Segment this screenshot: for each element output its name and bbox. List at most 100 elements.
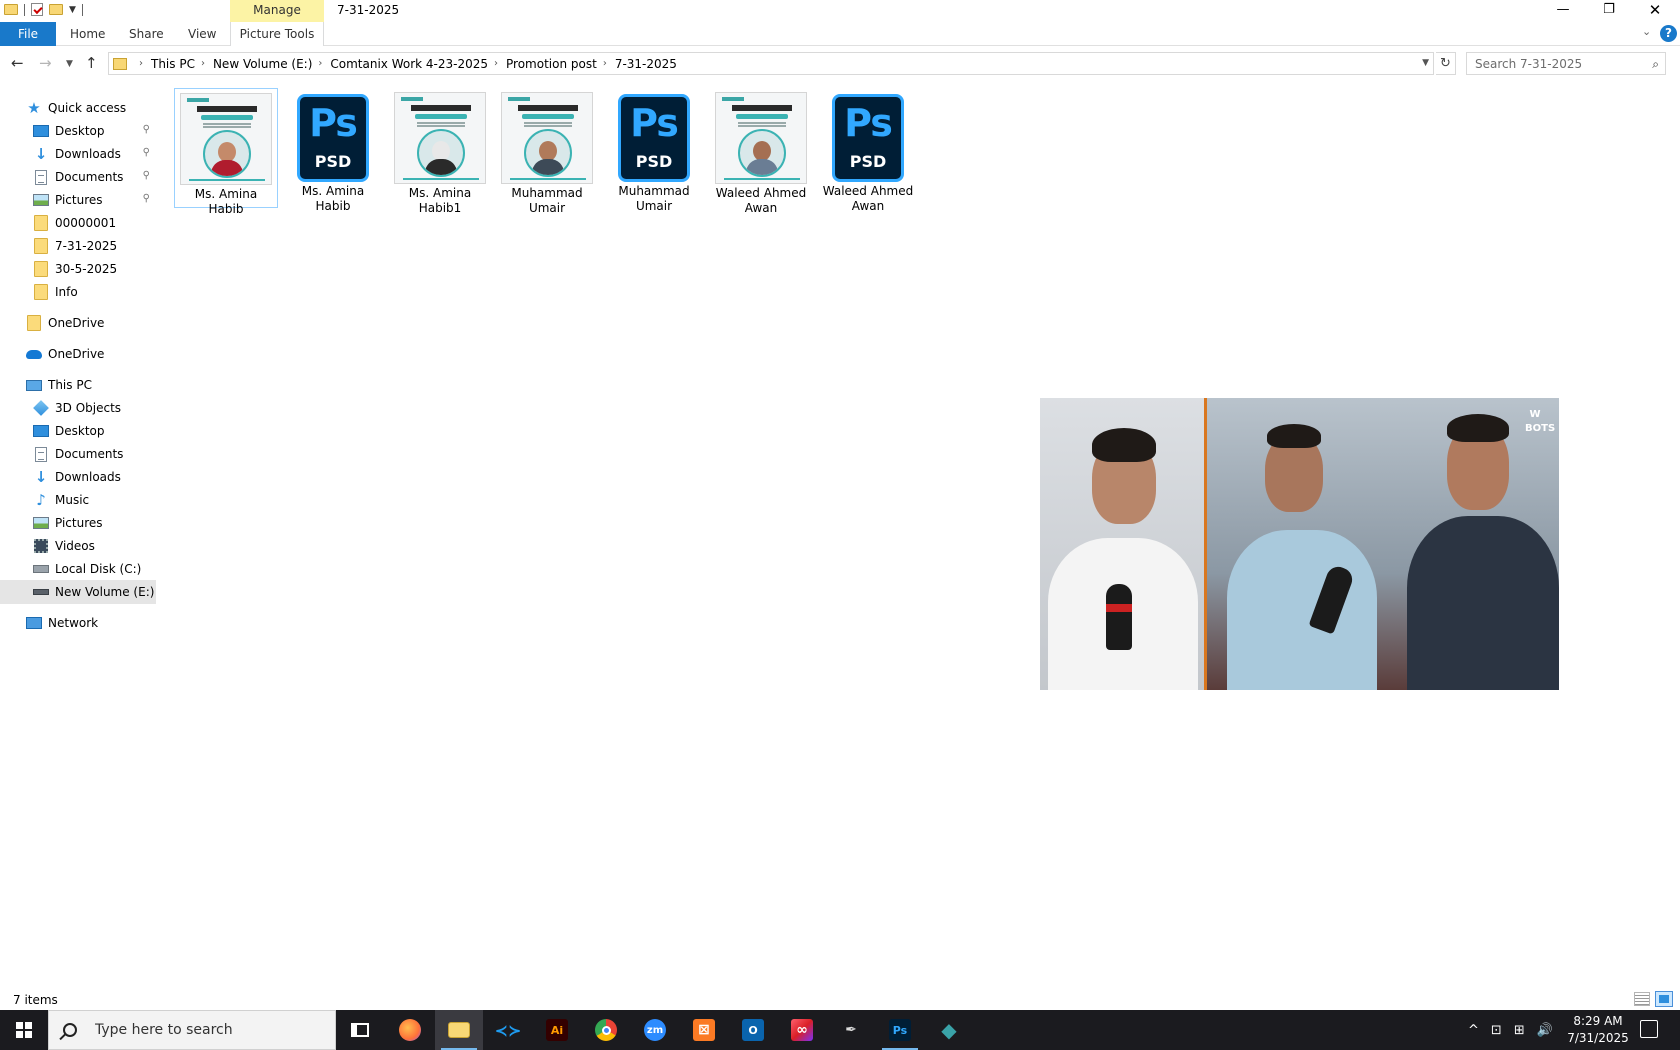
details-view-icon[interactable] xyxy=(1634,992,1650,1006)
taskbar-app-creative-cloud[interactable]: ∞ xyxy=(778,1010,826,1050)
breadcrumb-comtanix-work[interactable]: Comtanix Work 4-23-2025 xyxy=(330,57,488,71)
video-player-overlay[interactable]: W BOTS xyxy=(1040,398,1559,690)
taskbar-app-file-explorer[interactable] xyxy=(435,1010,483,1050)
nav-music[interactable]: ♪ Music xyxy=(0,488,156,512)
minimize-button[interactable]: — xyxy=(1540,0,1586,22)
chevron-right-icon[interactable]: › xyxy=(494,58,498,69)
taskbar-app-diamond[interactable]: ◆ xyxy=(925,1010,973,1050)
pin-icon[interactable]: ⚲ xyxy=(143,147,150,158)
taskbar-app-xampp[interactable]: ⊠ xyxy=(680,1010,728,1050)
show-hidden-icons-icon[interactable]: ^ xyxy=(1468,1023,1479,1038)
file-item[interactable]: Ms. Amina Habib1 xyxy=(388,88,492,215)
taskbar-app-firefox[interactable] xyxy=(386,1010,434,1050)
nav-qa-downloads[interactable]: ↓ Downloads ⚲ xyxy=(0,142,156,166)
taskbar-app-photoshop[interactable]: Ps xyxy=(876,1010,924,1050)
computer-icon xyxy=(26,377,42,393)
breadcrumb-new-volume[interactable]: New Volume (E:) xyxy=(213,57,312,71)
expand-ribbon-icon[interactable]: ⌄ xyxy=(1642,25,1651,38)
nav-label: Documents xyxy=(55,447,124,461)
nav-network[interactable]: Network xyxy=(0,611,156,635)
file-item[interactable]: Ps PSD Waleed Ahmed Awan xyxy=(816,88,920,213)
breadcrumb-this-pc[interactable]: This PC xyxy=(151,57,195,71)
tab-share[interactable]: Share xyxy=(129,22,164,46)
notification-center-icon[interactable] xyxy=(1640,1020,1658,1038)
tab-view[interactable]: View xyxy=(188,22,216,46)
search-box[interactable]: ⌕ xyxy=(1466,52,1666,75)
nav-local-disk-c[interactable]: Local Disk (C:) xyxy=(0,557,156,581)
close-button[interactable]: ✕ xyxy=(1632,0,1678,22)
tray-app-icon[interactable]: ⊡ xyxy=(1491,1023,1502,1038)
file-item[interactable]: Ps PSD Ms. Amina Habib xyxy=(281,88,385,213)
chevron-right-icon[interactable]: › xyxy=(603,58,607,69)
recent-locations-icon[interactable]: ▼ xyxy=(66,59,73,69)
taskbar-search-input[interactable] xyxy=(95,1022,325,1038)
person-shirt xyxy=(1407,516,1559,690)
taskbar-app-vscode[interactable]: ≺≻ xyxy=(484,1010,532,1050)
up-arrow-icon[interactable]: ↑ xyxy=(85,54,98,72)
task-view-icon xyxy=(351,1023,369,1037)
nav-this-pc[interactable]: This PC xyxy=(0,373,156,397)
task-view-button[interactable] xyxy=(336,1010,384,1050)
customize-toolbar-icon[interactable]: ▼ xyxy=(69,5,76,15)
help-icon[interactable]: ? xyxy=(1660,25,1677,42)
tab-home[interactable]: Home xyxy=(70,22,105,46)
file-item[interactable]: Ps PSD Muhammad Umair xyxy=(602,88,706,213)
properties-icon[interactable] xyxy=(31,3,43,16)
nav-videos[interactable]: Videos xyxy=(0,534,156,558)
folder-icon[interactable] xyxy=(4,4,18,15)
file-item[interactable]: Ms. Amina Habib xyxy=(174,88,278,216)
pin-icon[interactable]: ⚲ xyxy=(143,170,150,181)
nav-qa-desktop[interactable]: Desktop ⚲ xyxy=(0,119,156,143)
forward-arrow-icon[interactable]: → xyxy=(39,54,52,72)
pin-icon[interactable]: ⚲ xyxy=(143,193,150,204)
nav-downloads[interactable]: ↓ Downloads xyxy=(0,465,156,489)
nav-documents[interactable]: Documents xyxy=(0,442,156,466)
nav-qa-7-31-2025[interactable]: 7-31-2025 xyxy=(0,234,156,258)
address-bar[interactable]: › This PC › New Volume (E:) › Comtanix W… xyxy=(108,52,1434,75)
nav-3d-objects[interactable]: 3D Objects xyxy=(0,396,156,420)
nav-quick-access[interactable]: ★ Quick access xyxy=(0,96,156,120)
nav-qa-info[interactable]: Info xyxy=(0,280,156,304)
windows-logo-icon xyxy=(16,1022,32,1038)
tab-picture-tools[interactable]: Picture Tools xyxy=(230,22,324,46)
file-item[interactable]: Muhammad Umair xyxy=(495,88,599,215)
taskbar-app-outlook[interactable]: O xyxy=(729,1010,777,1050)
chevron-right-icon[interactable]: › xyxy=(201,58,205,69)
chevron-down-icon[interactable]: ▼ xyxy=(1422,58,1429,68)
nav-onedrive-personal[interactable]: OneDrive xyxy=(0,311,156,335)
nav-onedrive[interactable]: OneDrive xyxy=(0,342,156,366)
folder-icon xyxy=(33,238,49,254)
large-icons-view-icon[interactable] xyxy=(1655,991,1673,1007)
nav-desktop[interactable]: Desktop xyxy=(0,419,156,443)
taskbar-app-zoom[interactable]: zm xyxy=(631,1010,679,1050)
item-count: 7 items xyxy=(13,993,58,1007)
search-input[interactable] xyxy=(1467,53,1637,74)
ribbon-tabs: File Home Share View Picture Tools ⌄ ? xyxy=(0,22,1680,46)
chevron-right-icon[interactable]: › xyxy=(318,58,322,69)
breadcrumb-promotion-post[interactable]: Promotion post xyxy=(506,57,597,71)
taskbar-app-illustrator[interactable]: Ai xyxy=(533,1010,581,1050)
new-folder-icon[interactable] xyxy=(49,4,63,15)
nav-new-volume-e[interactable]: New Volume (E:) xyxy=(0,580,156,604)
back-arrow-icon[interactable]: ← xyxy=(11,54,24,72)
search-icon[interactable]: ⌕ xyxy=(1652,57,1659,72)
file-item[interactable]: Waleed Ahmed Awan xyxy=(709,88,813,215)
volume-icon[interactable]: 🔊 xyxy=(1537,1023,1553,1038)
nav-qa-30-5-2025[interactable]: 30-5-2025 xyxy=(0,257,156,281)
tab-file[interactable]: File xyxy=(0,22,56,46)
refresh-icon[interactable]: ↻ xyxy=(1436,52,1456,75)
nav-pictures[interactable]: Pictures xyxy=(0,511,156,535)
nav-qa-pictures[interactable]: Pictures ⚲ xyxy=(0,188,156,212)
network-icon[interactable]: ⊞ xyxy=(1514,1023,1525,1038)
taskbar-app-pen-tool[interactable]: ✒ xyxy=(827,1010,875,1050)
nav-qa-documents[interactable]: Documents ⚲ xyxy=(0,165,156,189)
start-button[interactable] xyxy=(0,1010,48,1050)
chevron-right-icon[interactable]: › xyxy=(139,58,143,69)
taskbar-app-chrome[interactable] xyxy=(582,1010,630,1050)
taskbar-search[interactable] xyxy=(48,1010,336,1050)
nav-qa-00000001[interactable]: 00000001 xyxy=(0,211,156,235)
clock[interactable]: 8:29 AM 7/31/2025 xyxy=(1560,1013,1636,1047)
restore-button[interactable]: ❐ xyxy=(1586,0,1632,22)
breadcrumb-current-folder[interactable]: 7-31-2025 xyxy=(615,57,677,71)
pin-icon[interactable]: ⚲ xyxy=(143,124,150,135)
